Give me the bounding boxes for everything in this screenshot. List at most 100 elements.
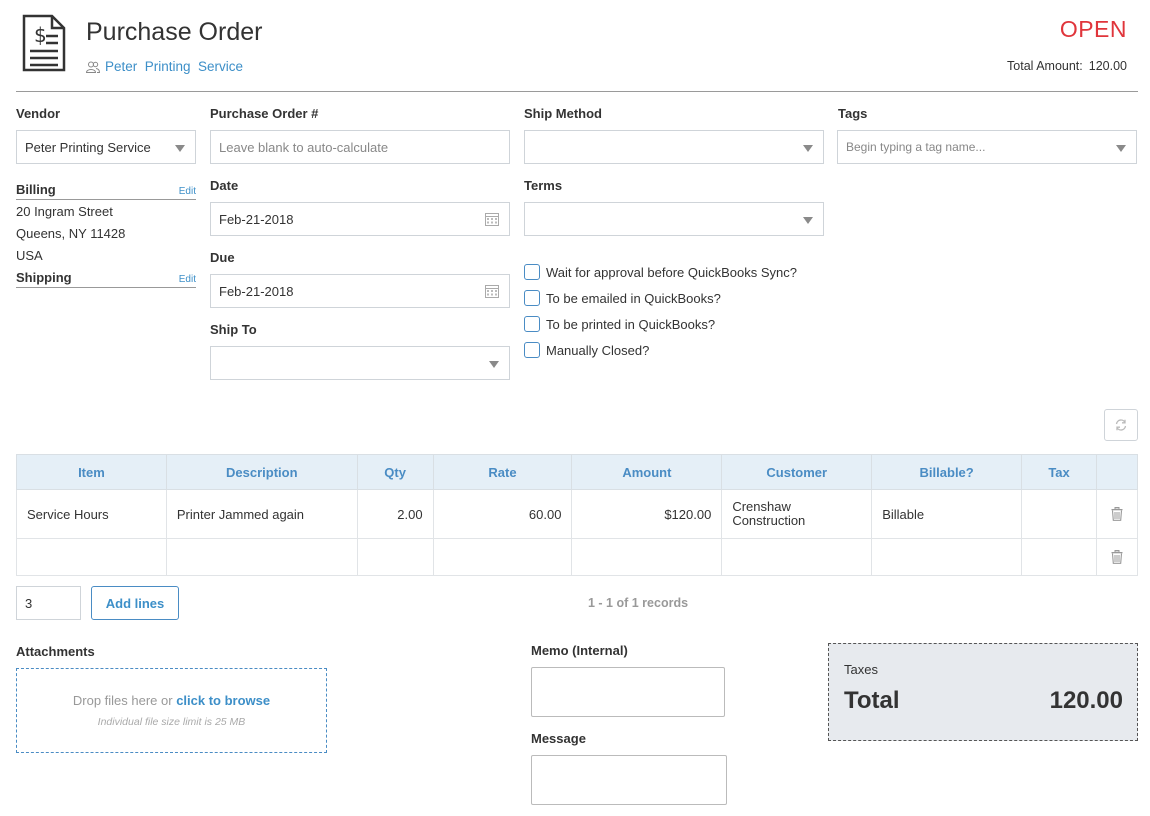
billing-address-line: 20 Ingram Street bbox=[16, 204, 113, 219]
amount-cell[interactable] bbox=[571, 538, 723, 576]
vendor-select-value: Peter Printing Service bbox=[25, 139, 151, 155]
invoice-document-icon: $ bbox=[22, 14, 66, 72]
amount-cell[interactable]: $120.00 bbox=[571, 489, 723, 539]
attachments-dropzone[interactable]: Drop files here or click to browse Indiv… bbox=[16, 668, 327, 753]
column-header[interactable]: Tax bbox=[1021, 454, 1097, 490]
taxes-label: Taxes bbox=[844, 662, 878, 677]
tax-cell[interactable] bbox=[1021, 489, 1097, 539]
checkbox-label: Wait for approval before QuickBooks Sync… bbox=[546, 264, 797, 280]
column-header[interactable]: Qty bbox=[356, 454, 434, 490]
total-amount-value: 120.00 bbox=[1088, 59, 1127, 73]
column-header[interactable]: Amount bbox=[571, 454, 723, 490]
billable-cell[interactable] bbox=[871, 538, 1023, 576]
shipping-label: Shipping bbox=[16, 270, 72, 285]
users-icon bbox=[86, 61, 100, 73]
chevron-down-icon bbox=[803, 145, 813, 152]
ship-to-select[interactable] bbox=[210, 346, 510, 380]
checkbox-printed[interactable]: To be printed in QuickBooks? bbox=[524, 316, 715, 332]
table-row[interactable]: Service Hours Printer Jammed again 2.00 … bbox=[16, 489, 1139, 539]
item-cell[interactable]: Service Hours bbox=[16, 489, 167, 539]
delete-cell bbox=[1095, 489, 1139, 539]
records-count: 1 - 1 of 1 records bbox=[588, 596, 689, 610]
column-header[interactable]: Billable? bbox=[871, 454, 1023, 490]
description-cell[interactable] bbox=[165, 538, 358, 576]
line-items-table: Item Description Qty Rate Amount Custome… bbox=[16, 454, 1139, 576]
customer-cell[interactable]: Crenshaw Construction bbox=[721, 489, 873, 539]
checkbox-label: To be emailed in QuickBooks? bbox=[546, 290, 721, 306]
po-number-input[interactable]: Leave blank to auto-calculate bbox=[210, 130, 510, 164]
date-label: Date bbox=[210, 178, 239, 193]
vendor-select[interactable]: Peter Printing Service bbox=[16, 130, 196, 164]
checkbox-manually-closed[interactable]: Manually Closed? bbox=[524, 342, 649, 358]
lines-count-value: 3 bbox=[25, 595, 33, 611]
terms-select[interactable] bbox=[524, 202, 824, 236]
billing-label: Billing bbox=[16, 182, 56, 197]
ship-to-label: Ship To bbox=[210, 322, 257, 337]
date-input[interactable]: Feb-21-2018 bbox=[210, 202, 510, 236]
trash-icon[interactable] bbox=[1111, 507, 1123, 521]
header-divider bbox=[16, 91, 1138, 92]
total-label: Total bbox=[844, 687, 900, 714]
tags-placeholder: Begin typing a tag name... bbox=[846, 140, 986, 154]
delete-cell bbox=[1095, 538, 1139, 576]
column-header[interactable]: Rate bbox=[432, 454, 573, 490]
po-number-label: Purchase Order # bbox=[210, 106, 319, 121]
page-title: Purchase Order bbox=[86, 18, 263, 46]
item-cell[interactable] bbox=[16, 538, 167, 576]
status-badge: OPEN bbox=[1059, 16, 1127, 42]
vendor-link[interactable]: Peter Printing Service bbox=[86, 59, 243, 74]
chevron-down-icon bbox=[1116, 145, 1126, 152]
tags-input[interactable]: Begin typing a tag name... bbox=[837, 130, 1137, 164]
checkbox-label: To be printed in QuickBooks? bbox=[546, 316, 716, 332]
table-row-empty[interactable] bbox=[16, 538, 1139, 576]
checkbox[interactable] bbox=[524, 342, 540, 358]
checkbox-emailed[interactable]: To be emailed in QuickBooks? bbox=[524, 290, 721, 306]
column-header[interactable]: Description bbox=[165, 454, 358, 490]
customer-name-line: Crenshaw bbox=[732, 499, 791, 514]
chevron-down-icon bbox=[803, 217, 813, 224]
chevron-down-icon bbox=[489, 361, 499, 368]
memo-textarea[interactable] bbox=[531, 667, 725, 717]
due-date-input[interactable]: Feb-21-2018 bbox=[210, 274, 510, 308]
due-label: Due bbox=[210, 250, 235, 265]
checkbox-label: Manually Closed? bbox=[546, 342, 650, 358]
tax-cell[interactable] bbox=[1021, 538, 1097, 576]
lines-count-input[interactable]: 3 bbox=[16, 586, 81, 620]
calendar-icon[interactable] bbox=[485, 212, 499, 226]
column-header[interactable]: Item bbox=[16, 454, 167, 490]
message-textarea[interactable] bbox=[531, 755, 727, 805]
customer-name-line: Construction bbox=[732, 513, 806, 528]
checkbox[interactable] bbox=[524, 316, 540, 332]
ship-method-select[interactable] bbox=[524, 130, 824, 164]
calendar-icon[interactable] bbox=[485, 284, 499, 298]
trash-icon[interactable] bbox=[1111, 550, 1123, 564]
billing-header: Billing Edit bbox=[16, 182, 196, 200]
rate-cell[interactable]: 60.00 bbox=[432, 489, 573, 539]
vendor-label: Vendor bbox=[16, 106, 61, 121]
vendor-link-label[interactable]: Peter Printing Service bbox=[105, 59, 243, 74]
qty-cell[interactable] bbox=[356, 538, 434, 576]
checkbox[interactable] bbox=[524, 290, 540, 306]
table-header-row: Item Description Qty Rate Amount Custome… bbox=[16, 454, 1139, 490]
column-header[interactable]: Customer bbox=[721, 454, 873, 490]
browse-link[interactable]: click to browse bbox=[176, 693, 270, 708]
due-value: Feb-21-2018 bbox=[219, 283, 294, 299]
billable-cell[interactable]: Billable bbox=[871, 489, 1023, 539]
memo-label: Memo (Internal) bbox=[531, 643, 628, 658]
billing-address-line: USA bbox=[16, 248, 43, 263]
checkbox[interactable] bbox=[524, 264, 540, 280]
billing-edit-link[interactable]: Edit bbox=[179, 186, 196, 197]
customer-cell[interactable] bbox=[721, 538, 873, 576]
description-cell[interactable]: Printer Jammed again bbox=[165, 489, 358, 539]
rate-cell[interactable] bbox=[432, 538, 573, 576]
add-lines-button[interactable]: Add lines bbox=[91, 586, 179, 620]
checkbox-wait-approval[interactable]: Wait for approval before QuickBooks Sync… bbox=[524, 264, 797, 280]
refresh-button[interactable] bbox=[1104, 409, 1138, 441]
total-amount-label: Total Amount: bbox=[1007, 59, 1083, 73]
shipping-edit-link[interactable]: Edit bbox=[179, 274, 196, 285]
dropzone-text: Drop files here or click to browse bbox=[17, 693, 326, 708]
dropzone-drop-text: Drop files here or bbox=[72, 693, 177, 708]
file-size-limit: Individual file size limit is 25 MB bbox=[97, 716, 246, 728]
refresh-icon bbox=[1115, 419, 1127, 431]
qty-cell[interactable]: 2.00 bbox=[356, 489, 434, 539]
